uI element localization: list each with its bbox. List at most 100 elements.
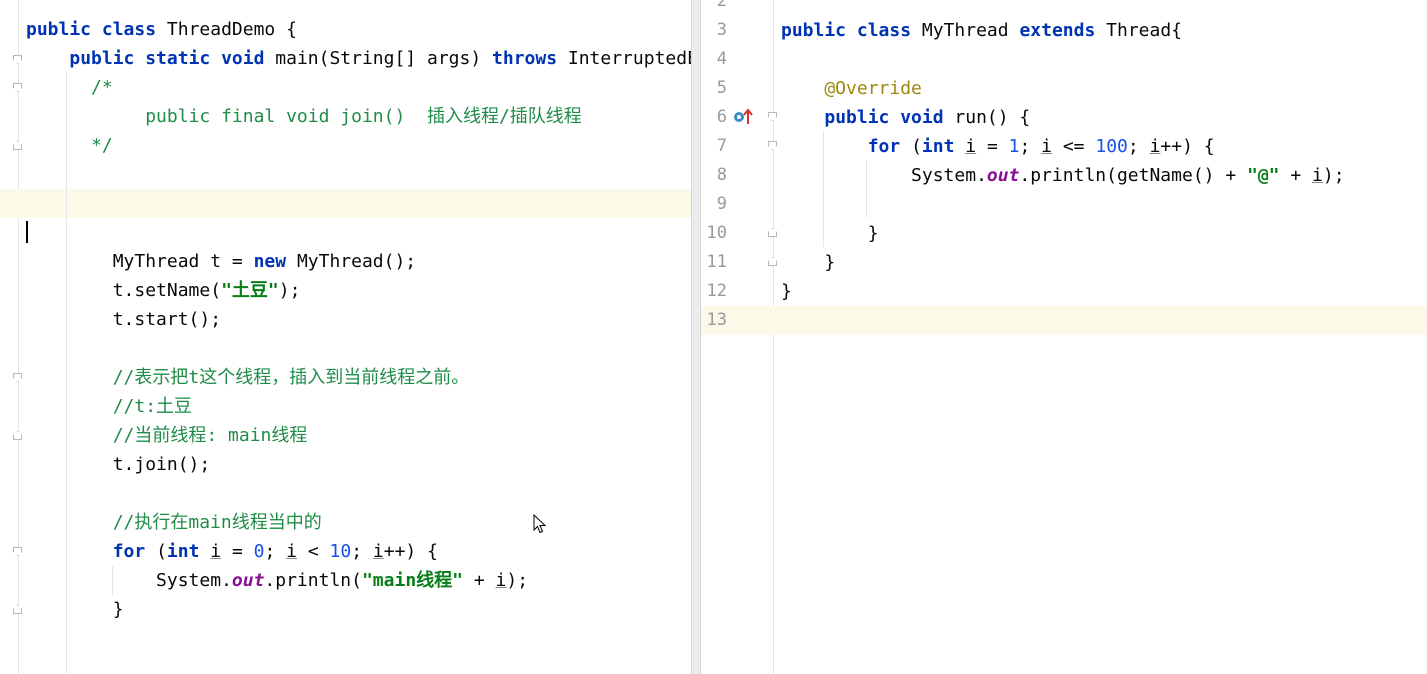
code-line[interactable]: } xyxy=(0,595,691,624)
code-text: t.setName("土豆"); xyxy=(26,276,301,305)
code-line[interactable]: 10 } xyxy=(701,219,1427,248)
code-line[interactable]: //当前线程: main线程 xyxy=(0,421,691,450)
code-token: @Override xyxy=(781,78,922,99)
code-token: <= xyxy=(1052,136,1096,157)
code-line[interactable]: 8 System.out.println(getName() + "@" + i… xyxy=(701,161,1427,190)
code-line[interactable]: 2 xyxy=(701,0,1427,16)
code-token: throws xyxy=(492,48,568,69)
code-token: } xyxy=(26,599,124,620)
line-number: 6 xyxy=(716,107,727,127)
code-text: t.join(); xyxy=(26,450,211,479)
code-line[interactable]: public class ThreadDemo { xyxy=(0,15,691,44)
code-token: = xyxy=(976,136,1009,157)
code-token: 10 xyxy=(329,541,352,562)
code-token: MyThread t = xyxy=(26,251,254,272)
code-token: .println(getName() + xyxy=(1019,165,1247,186)
code-token: i xyxy=(965,136,977,157)
code-token: i xyxy=(495,570,507,591)
code-token: out xyxy=(986,165,1020,186)
code-line[interactable]: 3 public class MyThread extends Thread{ xyxy=(701,16,1427,45)
code-token: //执行在main线程当中的 xyxy=(26,512,322,533)
code-text: //t:土豆 xyxy=(26,392,192,421)
code-line[interactable]: t.join(); xyxy=(0,450,691,479)
code-text: /* xyxy=(26,73,113,102)
code-token: int xyxy=(166,541,211,562)
code-line[interactable]: /* xyxy=(0,73,691,102)
indent-guide xyxy=(112,566,113,596)
line-number: 10 xyxy=(706,223,727,243)
line-number: 9 xyxy=(716,194,727,214)
code-line[interactable]: //表示把t这个线程，插入到当前线程之前。 xyxy=(0,363,691,392)
code-token: //t:土豆 xyxy=(26,396,193,417)
code-line[interactable]: 11 } xyxy=(701,248,1427,277)
code-line[interactable] xyxy=(0,160,691,189)
code-token: < xyxy=(297,541,330,562)
code-line[interactable]: MyThread t = new MyThread(); xyxy=(0,247,691,276)
line-number: 12 xyxy=(706,281,727,301)
code-line[interactable]: //执行在main线程当中的 xyxy=(0,508,691,537)
line-number: 13 xyxy=(706,310,727,330)
code-line[interactable] xyxy=(0,479,691,508)
code-token: //当前线程: main线程 xyxy=(26,425,308,446)
code-token: System. xyxy=(781,165,987,186)
code-token: t.start(); xyxy=(26,309,222,330)
split-divider[interactable] xyxy=(691,0,701,674)
code-token: public xyxy=(781,20,857,41)
code-line[interactable]: //t:土豆 xyxy=(0,392,691,421)
code-token: } xyxy=(781,223,879,244)
current-code-line[interactable]: 13 xyxy=(701,306,1427,335)
code-line[interactable] xyxy=(0,334,691,363)
code-token: ( xyxy=(156,541,167,562)
code-text: for (int i = 0; i < 10; i++) { xyxy=(26,537,438,566)
line-number: 7 xyxy=(716,136,727,156)
code-token: public xyxy=(26,19,102,40)
left-editor-pane[interactable]: public class ThreadDemo { public static … xyxy=(0,0,691,674)
code-token: "土豆" xyxy=(221,280,279,301)
code-line[interactable]: 12} xyxy=(701,277,1427,306)
code-token: 100 xyxy=(1095,136,1128,157)
code-token: = xyxy=(221,541,254,562)
code-token: t.setName( xyxy=(26,280,222,301)
code-token: MyThread xyxy=(921,20,1020,41)
code-line[interactable]: 4 xyxy=(701,45,1427,74)
code-line[interactable]: public final void join() 插入线程/插队线程 xyxy=(0,102,691,131)
code-token: i xyxy=(286,541,297,562)
code-line[interactable]: */ xyxy=(0,131,691,160)
line-number: 3 xyxy=(716,20,727,40)
code-token: int xyxy=(921,136,966,157)
code-line[interactable] xyxy=(0,218,691,247)
code-token: i xyxy=(1149,136,1161,157)
code-token: void xyxy=(900,107,955,128)
code-line[interactable]: 9 xyxy=(701,190,1427,219)
code-text: } xyxy=(781,277,792,306)
code-token: ); xyxy=(506,570,529,591)
code-line[interactable]: t.setName("土豆"); xyxy=(0,276,691,305)
code-token: i xyxy=(1041,136,1052,157)
code-text: MyThread t = new MyThread(); xyxy=(26,247,416,276)
code-line[interactable] xyxy=(0,624,691,653)
code-line[interactable]: for (int i = 0; i < 10; i++) { xyxy=(0,537,691,566)
current-code-line[interactable] xyxy=(0,189,691,218)
override-method-icon[interactable] xyxy=(733,108,753,126)
code-token: + xyxy=(1279,165,1313,186)
code-token: class xyxy=(856,20,922,41)
code-line[interactable]: 7 for (int i = 1; i <= 100; i++) { xyxy=(701,132,1427,161)
code-line[interactable]: t.start(); xyxy=(0,305,691,334)
code-token: i xyxy=(372,541,384,562)
code-token: "main线程" xyxy=(361,570,463,591)
right-editor-pane[interactable]: 2 3 public class MyThread extends Thread{4… xyxy=(701,0,1427,674)
code-token: ++) { xyxy=(383,541,438,562)
code-text: public final void join() 插入线程/插队线程 xyxy=(26,102,582,131)
indent-guide xyxy=(66,72,67,674)
code-token: main(String[] args) xyxy=(275,48,493,69)
code-line[interactable]: 5 @Override xyxy=(701,74,1427,103)
code-line[interactable]: public static void main(String[] args) t… xyxy=(0,44,691,73)
code-token: void xyxy=(221,48,276,69)
code-line[interactable]: System.out.println("main线程" + i); xyxy=(0,566,691,595)
code-line[interactable]: 6 public void run() { xyxy=(701,103,1427,132)
code-text: public void run() { xyxy=(781,103,1030,132)
code-token: new xyxy=(253,251,297,272)
